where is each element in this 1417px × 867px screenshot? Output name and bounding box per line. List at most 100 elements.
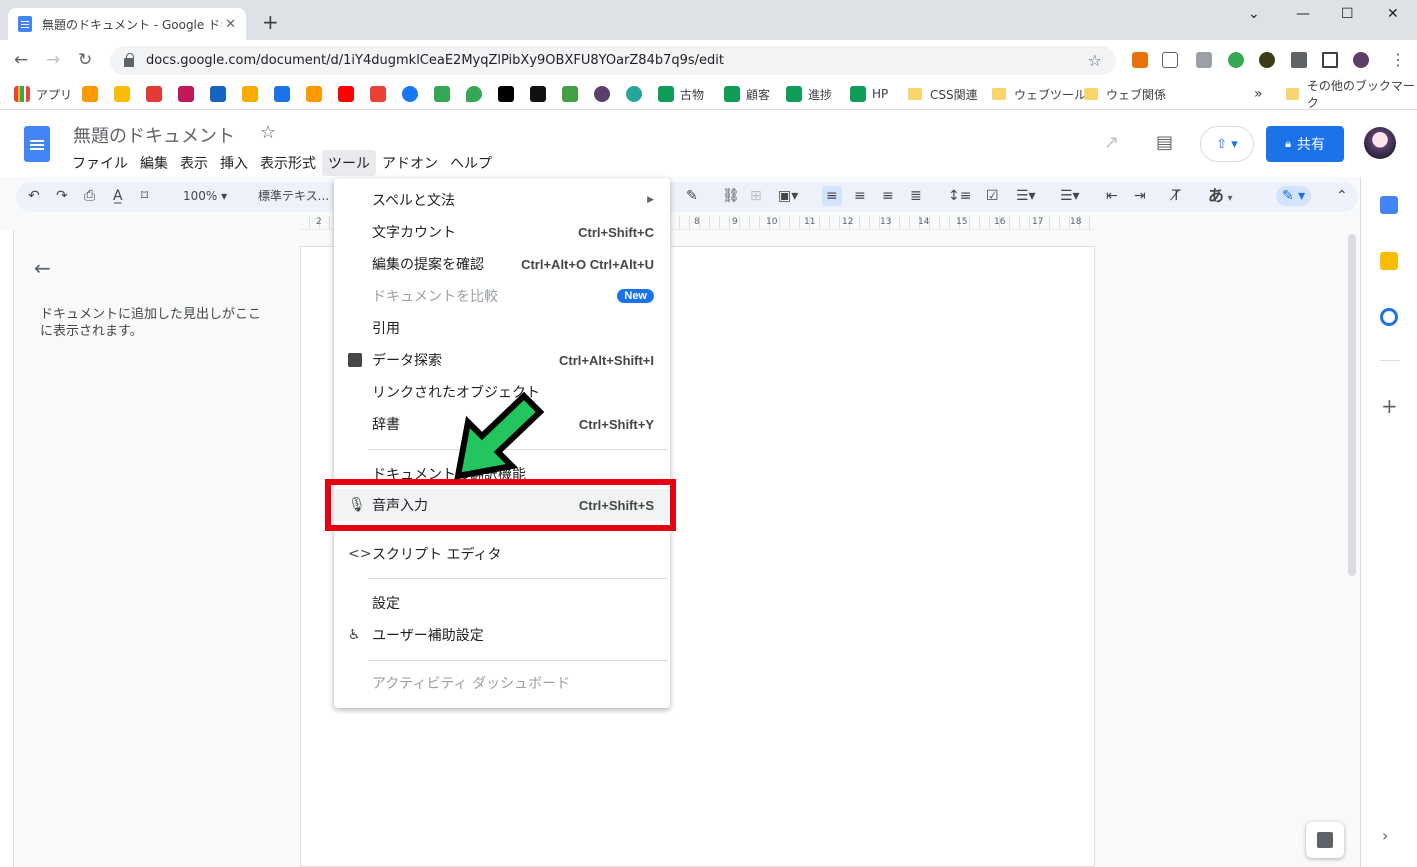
decrease-indent-icon[interactable]: ⇤ [1106,186,1118,206]
menu-item-review-suggestions[interactable]: 編集の提案を確認 Ctrl+Alt+O Ctrl+Alt+U [334,248,670,280]
print-icon[interactable]: ⎙ [84,186,95,206]
menu-item-script-editor[interactable]: <> スクリプト エディタ [334,538,670,570]
share-button[interactable]: 🔒︎ 共有 [1266,126,1344,162]
menu-edit[interactable]: 編集 [134,150,174,176]
close-tab-icon[interactable]: ✕ [225,17,236,32]
back-arrow-icon[interactable]: ← [34,256,51,280]
extension-icon[interactable] [1132,52,1148,68]
explore-button[interactable] [1306,822,1344,858]
bookmark-star-icon[interactable]: ☆ [1088,51,1102,70]
clear-formatting-icon[interactable]: T̸ [1172,186,1181,206]
star-icon[interactable]: ☆ [260,122,276,143]
chrome-menu-icon[interactable]: ⋮ [1390,50,1406,70]
gmail-icon[interactable] [370,86,386,102]
forward-icon[interactable]: → [46,50,60,70]
side-panel-icon[interactable] [1322,52,1338,68]
omnibox[interactable]: docs.google.com/document/d/1iY4dugmklCea… [110,46,1116,75]
new-tab-button[interactable]: + [262,12,279,32]
bookmark-folder-other[interactable]: その他のブックマーク [1286,79,1417,110]
menu-item-citations[interactable]: 引用 [334,312,670,344]
numbered-list-icon[interactable]: ☰▾ [1060,186,1080,206]
menu-addons[interactable]: アドオン [376,150,444,176]
close-window-button[interactable]: ✕ [1387,6,1399,22]
document-title[interactable]: 無題のドキュメント [73,122,235,148]
reload-icon[interactable]: ↻ [78,50,92,70]
a8-icon[interactable] [146,86,162,102]
vc-icon[interactable] [210,86,226,102]
analytics-icon[interactable] [242,86,258,102]
menu-item-word-count[interactable]: 文字カウント Ctrl+Shift+C [334,216,670,248]
editing-mode-icon[interactable]: ✎ ▾ [1276,186,1312,206]
ads-icon[interactable] [114,86,130,102]
minimize-button[interactable]: — [1296,6,1310,22]
bookmark-kobutsu[interactable]: 古物 [658,84,704,104]
px-icon[interactable] [562,86,578,102]
bookmark-icon[interactable] [434,86,450,102]
add-icon[interactable]: + [1381,394,1398,418]
undo-icon[interactable]: ↶ [28,186,40,206]
menu-item-spelling[interactable]: スペルと文法 ▶ [334,184,670,216]
link-icon[interactable]: ⛓ [722,186,740,206]
more-bookmarks-icon[interactable]: » [1254,84,1263,104]
vertical-scrollbar[interactable] [1348,234,1356,576]
highlight-color-icon[interactable]: ✎ [686,186,698,206]
menu-item-explore[interactable]: データ探索 Ctrl+Alt+Shift+I [334,344,670,376]
bookmark-icon[interactable] [626,86,642,102]
menu-file[interactable]: ファイル [66,150,134,176]
trending-icon[interactable]: ↗ [1104,132,1119,153]
facebook-icon[interactable] [402,86,418,102]
maximize-button[interactable]: ☐ [1341,6,1354,22]
add-comment-icon[interactable]: ⊞ [750,186,762,206]
paint-format-icon[interactable]: ⌑ [141,186,148,206]
bookmark-hp[interactable]: HP [850,84,888,104]
spellcheck-icon[interactable]: A̲ [113,186,123,206]
checklist-icon[interactable]: ☑ [986,186,999,206]
bookmark-folder-web[interactable]: ウェブ関係 [1084,84,1166,104]
keep-icon[interactable] [1380,252,1398,270]
bulleted-list-icon[interactable]: ☰▾ [1016,186,1036,206]
extension-icon[interactable] [1259,52,1275,68]
expand-panel-icon[interactable]: › [1382,826,1388,845]
justify-icon[interactable]: ≣ [910,186,922,206]
bookmark-apps[interactable]: アプリ [14,84,72,104]
input-tools-button[interactable]: あ ▾ [1208,186,1233,209]
increase-indent-icon[interactable]: ⇥ [1134,186,1146,206]
tasks-icon[interactable] [1380,308,1398,326]
extensions-puzzle-icon[interactable] [1291,52,1307,68]
align-right-icon[interactable]: ≡ [882,186,894,206]
bookmark-folder-webtools[interactable]: ウェブツール [992,84,1086,104]
menu-item-preferences[interactable]: 設定 [334,587,670,619]
bookmark-shinchoku[interactable]: 進捗 [786,84,832,104]
menu-insert[interactable]: 挿入 [214,150,254,176]
align-left-icon[interactable]: ≡ [822,186,842,206]
extension-icon[interactable] [1228,52,1244,68]
amazon-icon[interactable] [82,86,98,102]
bookmark-folder-css[interactable]: CSS関連 [908,84,978,104]
calendar-icon[interactable] [1380,196,1398,214]
comment-icon[interactable]: ▤ [1156,132,1173,153]
amazon-icon[interactable] [306,86,322,102]
line-spacing-icon[interactable]: ↕≡ [948,186,971,206]
menu-item-accessibility[interactable]: ♿︎ ユーザー補助設定 [334,619,670,651]
youtube-icon[interactable] [338,86,354,102]
search-console-icon[interactable] [274,86,290,102]
collapse-menus-icon[interactable]: ⌃ [1336,186,1348,206]
docs-logo-icon[interactable] [24,126,50,162]
present-button[interactable]: ⇧ ▾ [1200,126,1254,162]
menu-view[interactable]: 表示 [174,150,214,176]
menu-tools[interactable]: ツール [322,150,376,176]
align-center-icon[interactable]: ≡ [854,186,866,206]
tab-search-icon[interactable]: ⌄ [1248,6,1260,22]
back-icon[interactable]: ← [14,50,28,70]
download-icon[interactable] [1162,52,1178,68]
menu-item-compare-documents[interactable]: ドキュメントを比較 New [334,280,670,312]
profile-avatar[interactable] [1353,52,1369,68]
maps-icon[interactable] [466,86,482,102]
bookmark-icon[interactable] [594,86,610,102]
insert-image-icon[interactable]: ▣▾ [778,186,798,206]
rakuten-icon[interactable] [178,86,194,102]
menu-help[interactable]: ヘルプ [444,150,498,176]
menu-format[interactable]: 表示形式 [254,150,322,176]
style-select[interactable]: 標準テキス... [258,186,329,206]
browser-tab[interactable]: 無題のドキュメント - Google ドキュメント ✕ [8,8,246,40]
